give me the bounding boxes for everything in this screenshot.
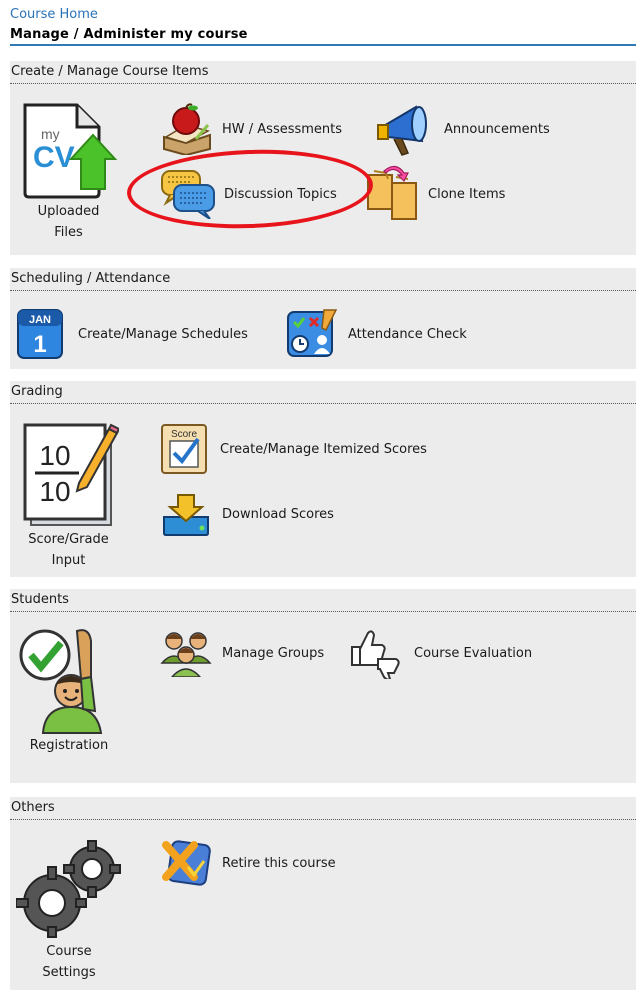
- gears-icon: [16, 837, 122, 941]
- itemized-scores-label: Create/Manage Itemized Scores: [220, 441, 427, 457]
- discussion-topics-label: Discussion Topics: [224, 186, 337, 202]
- section-scheduling: Scheduling / Attendance JAN 1 Create/Man…: [10, 268, 636, 369]
- apple-book-icon: [160, 103, 214, 155]
- retire-course-button[interactable]: Retire this course: [160, 837, 336, 889]
- breadcrumb-course-home[interactable]: Course Home: [10, 7, 98, 22]
- group-people-icon: [160, 629, 212, 677]
- section-grading: Grading 10 10 Score/Grade Input Score Cr…: [10, 381, 636, 577]
- section-create-items: Create / Manage Course Items my CV Uploa…: [10, 61, 636, 255]
- course-evaluation-label: Course Evaluation: [414, 645, 533, 661]
- download-scores-label: Download Scores: [222, 506, 334, 522]
- section-others: Others Course Settings Retire this cours…: [10, 797, 636, 990]
- manage-groups-button[interactable]: Manage Groups: [160, 629, 324, 677]
- svg-text:Score: Score: [171, 429, 198, 440]
- uploaded-files-label: Uploaded Files: [37, 204, 100, 240]
- hw-assessments-label: HW / Assessments: [222, 121, 343, 137]
- score-paper-icon: 10 10: [19, 421, 119, 529]
- download-tray-icon: [160, 491, 212, 537]
- course-evaluation-button[interactable]: Course Evaluation: [348, 627, 532, 679]
- retire-x-icon: [160, 837, 212, 889]
- course-settings-label: Course Settings: [42, 944, 96, 980]
- section-title: Students: [11, 592, 69, 607]
- itemized-scores-button[interactable]: Score Create/Manage Itemized Scores: [160, 423, 427, 475]
- section-header: Scheduling / Attendance: [10, 268, 636, 291]
- uploaded-files-button[interactable]: my CV Uploaded Files: [16, 101, 121, 243]
- registration-button[interactable]: Registration: [14, 627, 124, 756]
- student-raised-hand-icon: [17, 627, 121, 735]
- attendance-icon: [286, 308, 338, 360]
- score-input-button[interactable]: 10 10 Score/Grade Input: [16, 421, 121, 571]
- section-header: Students: [10, 589, 636, 612]
- section-header: Grading: [10, 381, 636, 404]
- chat-bubbles-icon: [160, 169, 216, 219]
- score-input-label: Score/Grade Input: [28, 532, 109, 568]
- svg-text:JAN: JAN: [29, 314, 51, 326]
- section-title: Create / Manage Course Items: [11, 64, 209, 79]
- announcements-label: Announcements: [444, 121, 550, 137]
- svg-text:1: 1: [33, 331, 46, 358]
- manage-groups-label: Manage Groups: [222, 645, 325, 661]
- clone-items-button[interactable]: Clone Items: [366, 165, 505, 223]
- svg-text:10: 10: [39, 476, 70, 507]
- upload-file-icon: my CV: [19, 101, 119, 201]
- title-divider: [10, 44, 636, 46]
- section-title: Grading: [11, 384, 63, 399]
- retire-course-label: Retire this course: [222, 855, 336, 871]
- create-schedules-button[interactable]: JAN 1 Create/Manage Schedules: [16, 308, 248, 360]
- section-header: Create / Manage Course Items: [10, 61, 636, 84]
- hw-assessments-button[interactable]: HW / Assessments: [160, 103, 342, 155]
- clone-files-icon: [366, 165, 422, 223]
- download-scores-button[interactable]: Download Scores: [160, 491, 334, 537]
- score-card-icon: Score: [160, 423, 210, 475]
- megaphone-icon: [376, 101, 434, 157]
- svg-text:10: 10: [39, 440, 70, 471]
- discussion-topics-button[interactable]: Discussion Topics: [160, 169, 337, 219]
- page-title: Manage / Administer my course: [10, 27, 248, 42]
- clone-items-label: Clone Items: [428, 186, 506, 202]
- create-schedules-label: Create/Manage Schedules: [78, 326, 248, 342]
- svg-text:CV: CV: [33, 141, 75, 174]
- thumbs-up-down-icon: [348, 627, 404, 679]
- svg-text:my: my: [41, 126, 60, 142]
- calendar-icon: JAN 1: [16, 308, 64, 360]
- section-header: Others: [10, 797, 636, 820]
- announcements-button[interactable]: Announcements: [376, 101, 550, 157]
- section-students: Students Registration Manage Groups Cour…: [10, 589, 636, 783]
- section-title: Others: [11, 800, 55, 815]
- registration-label: Registration: [29, 738, 109, 753]
- course-settings-button[interactable]: Course Settings: [14, 837, 124, 983]
- attendance-check-button[interactable]: Attendance Check: [286, 308, 467, 360]
- attendance-check-label: Attendance Check: [348, 326, 467, 342]
- section-title: Scheduling / Attendance: [11, 271, 171, 286]
